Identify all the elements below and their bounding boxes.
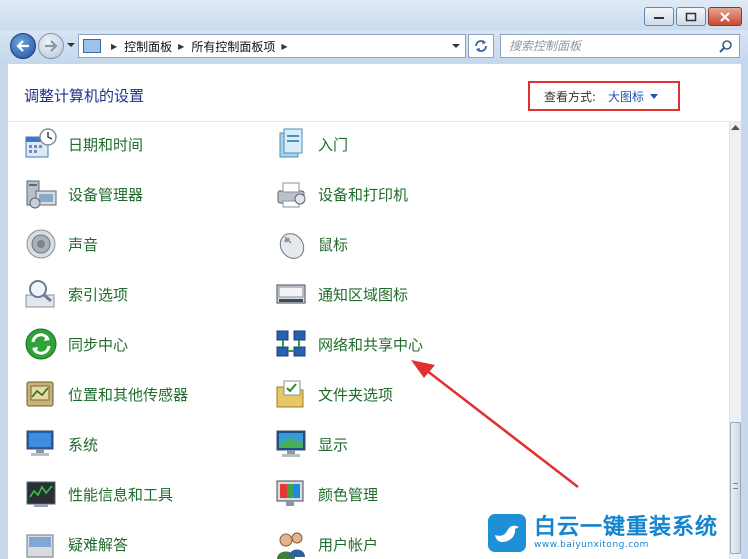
index-options-icon: [24, 277, 58, 311]
breadcrumb-separator-icon[interactable]: ▶: [111, 42, 117, 51]
folder-options-icon: [274, 377, 308, 411]
item-label[interactable]: 性能信息和工具: [68, 484, 173, 505]
item-label[interactable]: 通知区域图标: [318, 284, 408, 305]
window-titlebar: [0, 0, 748, 30]
calendar-clock-icon: [24, 127, 58, 161]
item-label[interactable]: 声音: [68, 234, 98, 255]
item-label[interactable]: 文件夹选项: [318, 384, 393, 405]
item-label[interactable]: 网络和共享中心: [318, 334, 423, 355]
breadcrumb-separator-icon[interactable]: ▶: [281, 42, 287, 51]
list-item[interactable]: 网络和共享中心: [274, 324, 423, 364]
item-label[interactable]: 颜色管理: [318, 484, 378, 505]
minimize-button[interactable]: [644, 7, 674, 26]
list-item[interactable]: 索引选项: [24, 274, 128, 314]
view-by-label: 查看方式:: [544, 89, 597, 104]
item-label[interactable]: 显示: [318, 434, 348, 455]
breadcrumb: ▶ 控制面板 ▶ 所有控制面板项 ▶: [105, 38, 295, 55]
navigation-bar: ▶ 控制面板 ▶ 所有控制面板项 ▶: [0, 30, 748, 62]
list-item[interactable]: 设备和打印机: [274, 174, 408, 214]
list-item[interactable]: 设备管理器: [24, 174, 143, 214]
sync-center-icon: [24, 327, 58, 361]
forward-arrow-icon: [45, 40, 58, 52]
devices-printers-icon: [274, 177, 308, 211]
performance-icon: [24, 477, 58, 511]
forward-button[interactable]: [38, 33, 64, 59]
watermark-text: 白云一键重装系统 www.baiyunxitong.com: [534, 515, 719, 551]
maximize-icon: [685, 12, 697, 21]
item-label[interactable]: 设备和打印机: [318, 184, 408, 205]
list-item[interactable]: 性能信息和工具: [24, 474, 173, 514]
item-label[interactable]: 同步中心: [68, 334, 128, 355]
chevron-down-icon[interactable]: [650, 93, 659, 99]
network-sharing-icon: [274, 327, 308, 361]
mouse-icon: [274, 227, 308, 261]
watermark-url: www.baiyunxitong.com: [534, 540, 649, 550]
breadcrumb-all-items[interactable]: 所有控制面板项: [191, 38, 275, 55]
notification-icons-icon: [274, 277, 308, 311]
grip-icon: [733, 483, 738, 489]
item-label[interactable]: 疑难解答: [68, 534, 128, 555]
close-icon: [720, 11, 730, 22]
list-item[interactable]: 系统: [24, 424, 98, 464]
breadcrumb-control-panel[interactable]: 控制面板: [124, 38, 172, 55]
close-button[interactable]: [708, 7, 742, 26]
watermark-name: 白云一键重装系统: [534, 515, 719, 540]
page-title: 调整计算机的设置: [24, 87, 145, 105]
location-sensors-icon: [24, 377, 58, 411]
watermark: 白云一键重装系统 www.baiyunxitong.com: [488, 510, 746, 556]
item-label[interactable]: 入门: [318, 134, 348, 155]
vertical-scrollbar[interactable]: [729, 122, 741, 559]
user-accounts-icon: [274, 527, 308, 559]
list-item[interactable]: 入门: [274, 124, 348, 164]
content-header: 调整计算机的设置 查看方式: 大图标: [8, 64, 741, 122]
list-item[interactable]: 用户帐户: [274, 524, 378, 559]
list-item[interactable]: 颜色管理: [274, 474, 378, 514]
address-bar[interactable]: ▶ 控制面板 ▶ 所有控制面板项 ▶: [78, 34, 466, 58]
item-label[interactable]: 索引选项: [68, 284, 128, 305]
refresh-icon: [475, 40, 487, 52]
list-item[interactable]: 同步中心: [24, 324, 128, 364]
list-item[interactable]: 疑难解答: [24, 524, 128, 559]
window-controls: [644, 7, 742, 26]
list-item[interactable]: 显示: [274, 424, 348, 464]
getting-started-icon: [274, 127, 308, 161]
history-dropdown-icon[interactable]: [66, 42, 76, 48]
search-icon[interactable]: [719, 39, 733, 53]
item-label[interactable]: 系统: [68, 434, 98, 455]
bird-logo-icon: [488, 514, 526, 552]
device-manager-icon: [24, 177, 58, 211]
minimize-icon: [654, 16, 664, 19]
view-by-value[interactable]: 大图标: [608, 88, 644, 105]
system-icon: [24, 427, 58, 461]
list-item[interactable]: 日期和时间: [24, 124, 143, 164]
control-panel-icon: [83, 39, 101, 53]
back-arrow-icon: [16, 40, 29, 52]
list-item[interactable]: 位置和其他传感器: [24, 374, 188, 414]
item-label[interactable]: 鼠标: [318, 234, 348, 255]
maximize-button[interactable]: [676, 7, 706, 26]
address-dropdown-icon[interactable]: [451, 43, 461, 49]
view-by-selector[interactable]: 查看方式: 大图标: [528, 81, 680, 111]
speaker-icon: [24, 227, 58, 261]
list-item[interactable]: 声音: [24, 224, 98, 264]
search-box[interactable]: [500, 34, 740, 58]
list-item[interactable]: 文件夹选项: [274, 374, 393, 414]
troubleshooting-icon: [24, 527, 58, 559]
list-item[interactable]: 鼠标: [274, 224, 348, 264]
color-management-icon: [274, 477, 308, 511]
item-label[interactable]: 设备管理器: [68, 184, 143, 205]
refresh-button[interactable]: [468, 34, 494, 58]
back-button[interactable]: [10, 33, 36, 59]
item-label[interactable]: 日期和时间: [68, 134, 143, 155]
display-icon: [274, 427, 308, 461]
content-pane: 调整计算机的设置 查看方式: 大图标 日期和时间 设备管理器 声音 索引选项 同…: [8, 64, 741, 559]
breadcrumb-separator-icon[interactable]: ▶: [178, 42, 184, 51]
search-input[interactable]: [501, 39, 711, 53]
scroll-up-icon[interactable]: [731, 124, 740, 130]
item-label[interactable]: 位置和其他传感器: [68, 384, 188, 405]
list-item[interactable]: 通知区域图标: [274, 274, 408, 314]
item-label[interactable]: 用户帐户: [318, 534, 378, 555]
